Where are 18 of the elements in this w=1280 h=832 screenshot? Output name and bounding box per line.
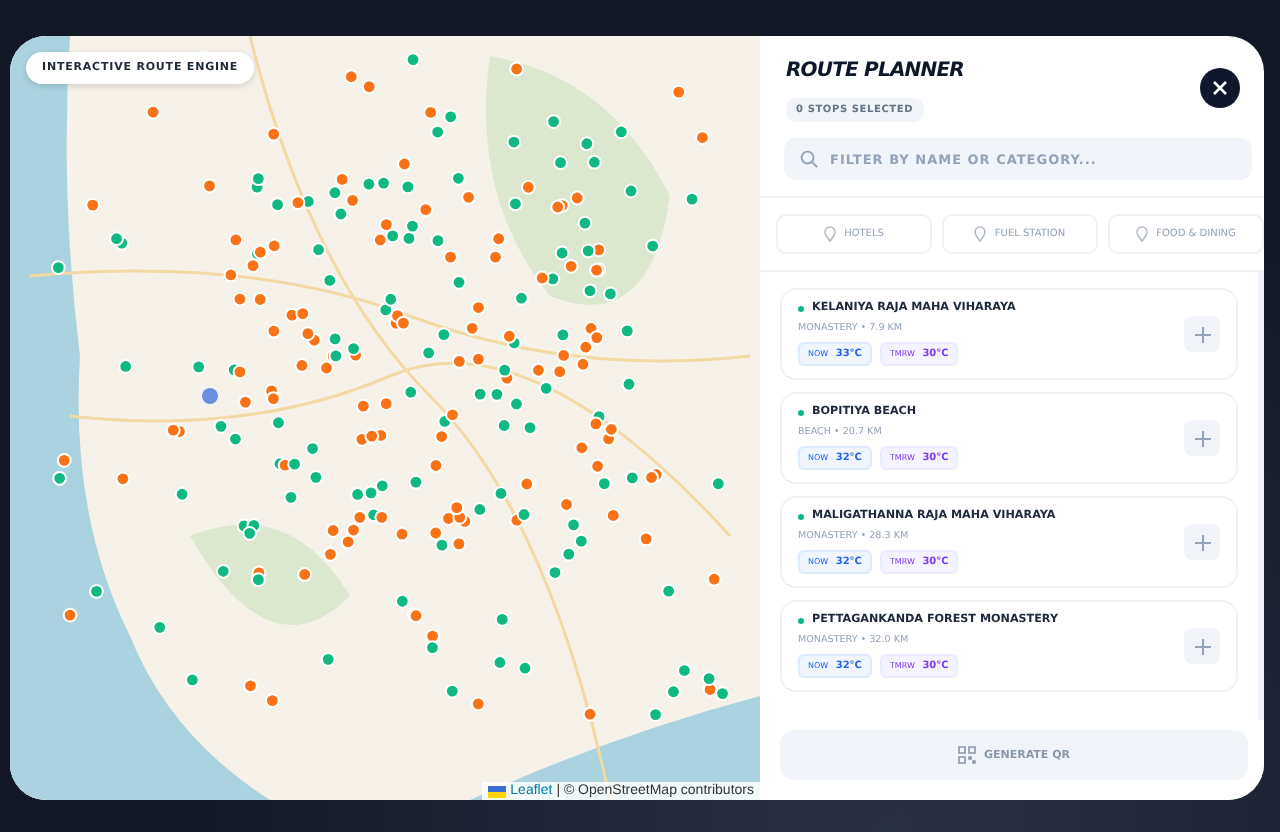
plus-icon bbox=[1193, 533, 1211, 551]
panel-title: ROUTE PLANNER bbox=[786, 60, 964, 82]
add-button[interactable] bbox=[1184, 420, 1220, 456]
add-button[interactable] bbox=[1184, 524, 1220, 560]
pin-icon bbox=[1136, 226, 1149, 242]
close-icon bbox=[1212, 80, 1228, 96]
flag-icon bbox=[488, 785, 507, 797]
plus-icon bbox=[1193, 429, 1211, 447]
qr-icon bbox=[957, 746, 976, 764]
plus-icon bbox=[1193, 637, 1211, 655]
plus-icon bbox=[1193, 325, 1211, 343]
map-drawing[interactable] bbox=[10, 36, 760, 800]
add-button[interactable] bbox=[1184, 628, 1220, 664]
search-icon bbox=[800, 150, 818, 168]
pin-icon bbox=[824, 226, 837, 242]
add-button[interactable] bbox=[1184, 316, 1220, 352]
close-button[interactable] bbox=[1200, 68, 1240, 108]
pin-icon bbox=[974, 226, 987, 242]
